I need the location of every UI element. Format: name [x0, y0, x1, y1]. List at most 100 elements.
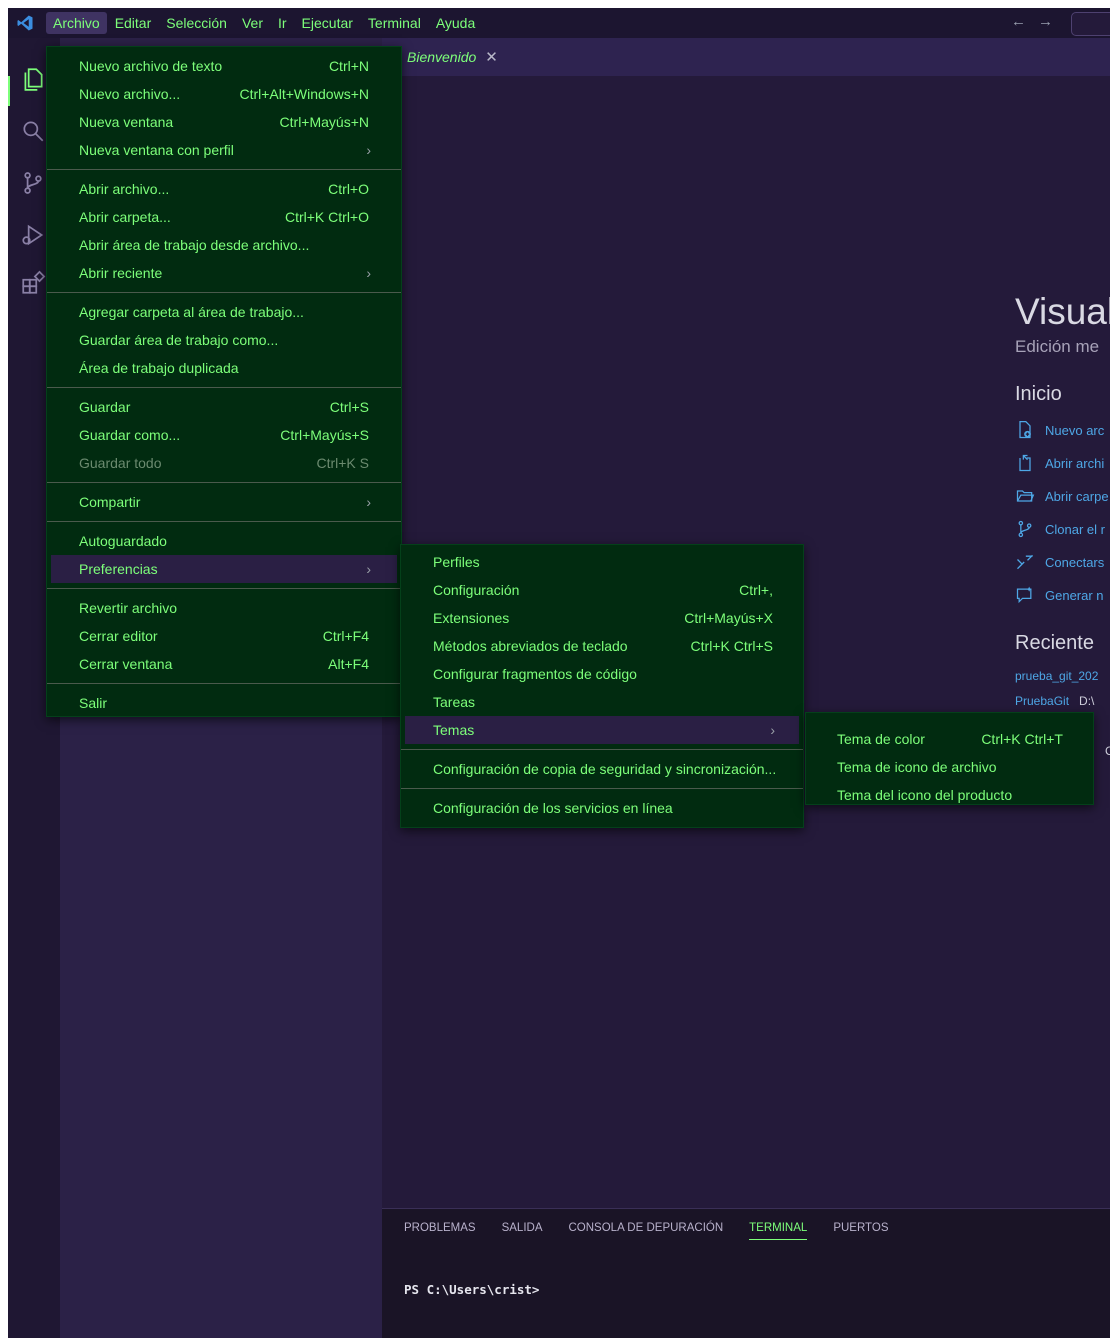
menu-item-salir[interactable]: Salir: [51, 689, 397, 717]
remote-connect-icon: [1017, 554, 1033, 570]
menu-item-tema-de-color[interactable]: Tema de color Ctrl+K Ctrl+T: [810, 725, 1089, 753]
menu-item-label: Compartir: [79, 494, 141, 510]
menu-item-area-de-trabajo-duplicada[interactable]: Área de trabajo duplicada: [51, 354, 397, 382]
menu-item-configurar-fragmentos-de-codigo[interactable]: Configurar fragmentos de código: [405, 660, 799, 688]
panel-tab-terminal[interactable]: TERMINAL: [749, 1222, 808, 1240]
menu-item-preferencias[interactable]: Preferencias ›: [51, 555, 397, 583]
menu-item-cerrar-ventana[interactable]: Cerrar ventana Alt+F4: [51, 650, 397, 678]
title-bar: Archivo Editar Selección Ver Ir Ejecutar Termi…: [8, 8, 1110, 38]
menu-item-autoguardado[interactable]: Autoguardado: [51, 527, 397, 555]
menu-item-abrir-reciente[interactable]: Abrir reciente ›: [51, 259, 397, 287]
tab-welcome[interactable]: Bienvenido ✕: [390, 38, 498, 76]
menu-item-configuracion-de-copia-de-seguridad-y-sincronizacion[interactable]: Configuración de copia de seguridad y si…: [405, 755, 799, 783]
menu-item-nuevo-archivo[interactable]: Nuevo archivo... Ctrl+Alt+Windows+N: [51, 80, 397, 108]
recent-heading: Reciente: [1015, 632, 1094, 654]
close-tab-icon[interactable]: ✕: [485, 48, 498, 66]
menu-item-agregar-carpeta-al-area-de-trabajo[interactable]: Agregar carpeta al área de trabajo...: [51, 298, 397, 326]
menu-separator: [47, 588, 401, 589]
forward-arrow-icon[interactable]: →: [1038, 13, 1053, 30]
menu-ayuda[interactable]: Ayuda: [429, 12, 482, 34]
menu-item-label: Tareas: [433, 694, 476, 710]
menu-item-shortcut: Ctrl+,: [739, 582, 773, 598]
menu-seleccion[interactable]: Selección: [159, 12, 234, 34]
menu-item-tareas[interactable]: Tareas: [405, 688, 799, 716]
panel-tab-problemas[interactable]: PROBLEMAS: [404, 1222, 476, 1240]
recent-item-name: PruebaGit: [1015, 694, 1070, 708]
menu-item-cerrar-editor[interactable]: Cerrar editor Ctrl+F4: [51, 622, 397, 650]
menu-item-metodos-abreviados-de-teclado[interactable]: Métodos abreviados de teclado Ctrl+K Ctrl…: [405, 632, 799, 660]
menu-item-label: Preferencias: [79, 561, 158, 577]
menu-ver[interactable]: Ver: [235, 12, 270, 34]
panel-tab-puertos[interactable]: PUERTOS: [833, 1222, 888, 1240]
panel-tab-salida[interactable]: SALIDA: [502, 1222, 543, 1240]
menu-item-label: Guardar todo: [79, 455, 162, 471]
start-link[interactable]: Abrir carpe: [1015, 485, 1109, 507]
menu-item-label: Guardar área de trabajo como...: [79, 332, 279, 348]
panel-tab-consola-de-depuracion[interactable]: CONSOLA DE DEPURACIÓN: [569, 1222, 724, 1240]
menu-item-abrir-area-de-trabajo-desde-archivo[interactable]: Abrir área de trabajo desde archivo...: [51, 231, 397, 259]
menu-item-label: Abrir carpeta...: [79, 209, 171, 225]
menu-item-configuracion[interactable]: Configuración Ctrl+,: [405, 576, 799, 604]
start-link[interactable]: Conectars: [1015, 551, 1104, 573]
active-indicator: [8, 76, 10, 106]
menu-separator: [401, 788, 803, 789]
menu-item-extensiones[interactable]: Extensiones Ctrl+Mayús+X: [405, 604, 799, 632]
menu-archivo[interactable]: Archivo: [46, 12, 107, 34]
menu-item-guardar-area-de-trabajo-como[interactable]: Guardar área de trabajo como...: [51, 326, 397, 354]
menu-item-abrir-carpeta[interactable]: Abrir carpeta... Ctrl+K Ctrl+O: [51, 203, 397, 231]
start-link[interactable]: Abrir archi: [1015, 452, 1104, 474]
back-arrow-icon[interactable]: ←: [1011, 13, 1026, 30]
menu-item-configuracion-de-los-servicios-en-linea[interactable]: Configuración de los servicios en línea: [405, 794, 799, 822]
menu-item-compartir[interactable]: Compartir ›: [51, 488, 397, 516]
start-link[interactable]: Clonar el r: [1015, 518, 1105, 540]
start-link-label: Abrir carpe: [1045, 488, 1109, 504]
menu-item-perfiles[interactable]: Perfiles: [405, 548, 799, 576]
chevron-right-icon: ›: [366, 561, 371, 577]
menu-ir[interactable]: Ir: [271, 12, 294, 34]
chevron-right-icon: ›: [366, 142, 371, 158]
menu-item-shortcut: Ctrl+Mayús+X: [684, 610, 773, 626]
search-icon[interactable]: [20, 118, 48, 146]
terminal-prompt[interactable]: PS C:\Users\crist>: [404, 1282, 539, 1297]
recent-item[interactable]: C:\: [1095, 744, 1110, 758]
run-debug-icon[interactable]: [20, 222, 48, 250]
start-link[interactable]: Generar n: [1015, 584, 1104, 606]
recent-item[interactable]: prueba_git_202: [1015, 669, 1108, 683]
menu-item-label: Revertir archivo: [79, 600, 178, 616]
menu-item-abrir-archivo[interactable]: Abrir archivo... Ctrl+O: [51, 175, 397, 203]
clone-repo-icon: [1018, 520, 1032, 538]
menu-item-shortcut: Ctrl+S: [329, 399, 369, 415]
vscode-window: Archivo Editar Selección Ver Ir Ejecutar Termi…: [8, 8, 1110, 1338]
start-link-label: Abrir archi: [1045, 455, 1105, 471]
menu-ejecutar[interactable]: Ejecutar: [295, 12, 360, 34]
tab-title: Bienvenido: [407, 49, 477, 65]
menu-item-guardar-como[interactable]: Guardar como... Ctrl+Mayús+S: [51, 421, 397, 449]
menu-item-nueva-ventana[interactable]: Nueva ventana Ctrl+Mayús+N: [51, 108, 397, 136]
menu-item-guardar[interactable]: Guardar Ctrl+S: [51, 393, 397, 421]
recent-item[interactable]: C: [1101, 719, 1110, 733]
explorer-icon[interactable]: [20, 66, 48, 94]
menu-item-label: Autoguardado: [79, 533, 167, 549]
file-menu: Nuevo archivo de texto Ctrl+N Nuevo archiv…: [46, 46, 402, 717]
menu-separator: [47, 292, 401, 293]
menu-item-nuevo-archivo-de-texto[interactable]: Nuevo archivo de texto Ctrl+N: [51, 52, 397, 80]
extensions-icon[interactable]: [20, 270, 48, 298]
menu-editar[interactable]: Editar: [108, 12, 159, 34]
menu-item-shortcut: Alt+F4: [328, 656, 369, 672]
menu-item-tema-del-icono-del-producto[interactable]: Tema del icono del producto: [810, 781, 1089, 809]
menu-item-label: Configuración: [433, 582, 520, 598]
menu-item-revertir-archivo[interactable]: Revertir archivo: [51, 594, 397, 622]
welcome-title: Visual: [1015, 291, 1110, 332]
menu-item-label: Configurar fragmentos de código: [433, 666, 637, 682]
menu-item-label: Métodos abreviados de teclado: [433, 638, 628, 654]
recent-item[interactable]: PruebaGit D:\: [1015, 694, 1094, 708]
menu-item-label: Tema del icono del producto: [837, 787, 1013, 803]
source-control-icon[interactable]: [20, 170, 48, 198]
start-link[interactable]: Nuevo arc: [1015, 419, 1104, 441]
command-center[interactable]: [1071, 12, 1110, 36]
menu-item-nueva-ventana-con-perfil[interactable]: Nueva ventana con perfil ›: [51, 136, 397, 164]
menu-item-guardar-todo[interactable]: Guardar todo Ctrl+K S: [51, 449, 397, 477]
menu-item-temas[interactable]: Temas ›: [405, 716, 799, 744]
menu-item-tema-de-icono-de-archivo[interactable]: Tema de icono de archivo: [810, 753, 1089, 781]
menu-terminal[interactable]: Terminal: [361, 12, 428, 34]
